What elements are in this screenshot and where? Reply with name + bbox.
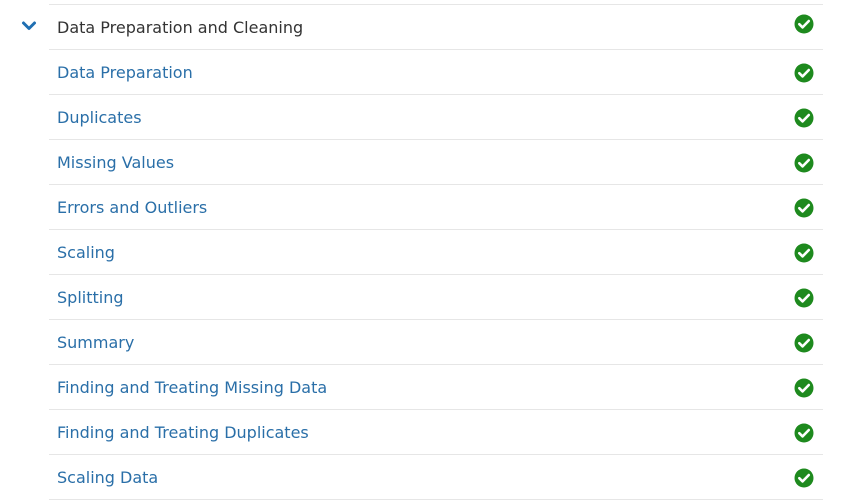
section-header[interactable]: Data Preparation and Cleaning xyxy=(0,5,823,50)
check-circle-icon xyxy=(794,288,814,308)
list-item[interactable]: Data Preparation xyxy=(49,50,823,95)
item-link[interactable]: Scaling xyxy=(57,230,115,275)
list-item[interactable]: Finding and Treating Missing Data xyxy=(49,365,823,410)
check-circle-icon xyxy=(794,63,814,83)
check-circle-icon xyxy=(794,378,814,398)
section-title: Data Preparation and Cleaning xyxy=(57,18,304,37)
item-link[interactable]: Errors and Outliers xyxy=(57,185,207,230)
check-circle-icon xyxy=(794,333,814,353)
item-link[interactable]: Summary xyxy=(57,320,134,365)
item-link[interactable]: Scaling Data xyxy=(57,455,158,500)
list-item[interactable]: Errors and Outliers xyxy=(49,185,823,230)
list-item[interactable]: Finding and Treating Duplicates xyxy=(49,410,823,455)
list-item[interactable]: Scaling Data xyxy=(49,455,823,500)
list-item[interactable]: Duplicates xyxy=(49,95,823,140)
item-link[interactable]: Data Preparation xyxy=(57,50,193,95)
item-link[interactable]: Duplicates xyxy=(57,95,142,140)
check-circle-icon xyxy=(794,423,814,443)
check-circle-icon xyxy=(794,108,814,128)
item-link[interactable]: Splitting xyxy=(57,275,124,320)
list-item[interactable]: Missing Values xyxy=(49,140,823,185)
check-circle-icon xyxy=(794,243,814,263)
chevron-down-icon[interactable] xyxy=(21,18,37,34)
item-link[interactable]: Finding and Treating Duplicates xyxy=(57,410,309,455)
check-circle-icon xyxy=(794,14,814,34)
check-circle-icon xyxy=(794,153,814,173)
item-link[interactable]: Missing Values xyxy=(57,140,174,185)
check-circle-icon xyxy=(794,198,814,218)
check-circle-icon xyxy=(794,468,814,488)
item-link[interactable]: Finding and Treating Missing Data xyxy=(57,365,327,410)
list-item[interactable]: Splitting xyxy=(49,275,823,320)
list-item[interactable]: Scaling xyxy=(49,230,823,275)
list-item[interactable]: Summary xyxy=(49,320,823,365)
